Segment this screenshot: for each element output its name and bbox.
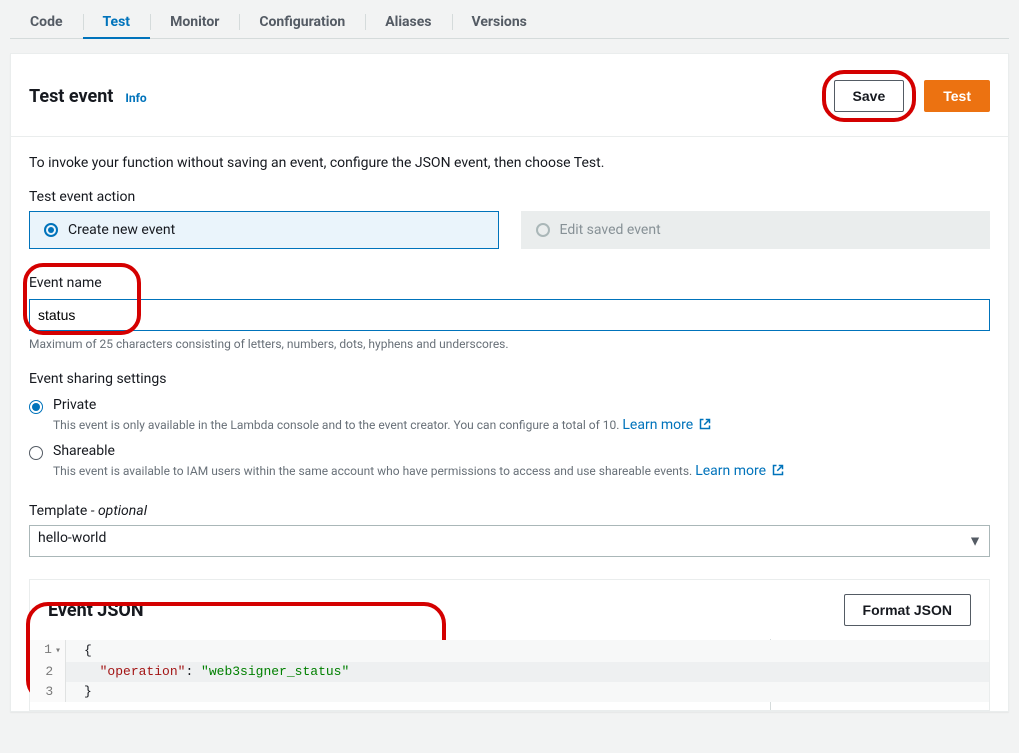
action-edit-saved: Edit saved event xyxy=(521,211,991,249)
panel-title: Test event xyxy=(29,86,113,107)
test-button[interactable]: Test xyxy=(924,80,990,112)
tab-aliases[interactable]: Aliases xyxy=(365,6,451,38)
external-link-icon xyxy=(772,464,784,476)
learn-more-private[interactable]: Learn more xyxy=(622,417,710,433)
tab-versions[interactable]: Versions xyxy=(452,6,547,38)
event-name-hint: Maximum of 25 characters consisting of l… xyxy=(29,337,990,351)
format-json-button[interactable]: Format JSON xyxy=(844,594,971,626)
json-editor[interactable]: 1▾ { 2 "operation": "web3signer_status" … xyxy=(30,640,989,702)
shareable-label: Shareable xyxy=(53,443,784,459)
tab-code[interactable]: Code xyxy=(10,6,83,38)
event-name-input[interactable] xyxy=(29,299,990,331)
intro-text: To invoke your function without saving a… xyxy=(29,155,990,171)
template-label: Template - optional xyxy=(29,503,990,519)
action-edit-label: Edit saved event xyxy=(560,222,661,238)
sharing-label: Event sharing settings xyxy=(29,371,990,387)
tab-configuration[interactable]: Configuration xyxy=(239,6,365,38)
info-link[interactable]: Info xyxy=(125,91,146,105)
learn-more-shareable[interactable]: Learn more xyxy=(695,463,783,479)
action-label: Test event action xyxy=(29,189,990,205)
radio-on-icon xyxy=(44,223,58,237)
radio-private[interactable] xyxy=(29,400,43,414)
radio-shareable[interactable] xyxy=(29,446,43,460)
action-create-label: Create new event xyxy=(68,222,175,238)
shareable-desc: This event is available to IAM users wit… xyxy=(53,463,784,479)
save-button[interactable]: Save xyxy=(834,80,905,112)
external-link-icon xyxy=(699,418,711,430)
panel-header: Test event Info Save Test xyxy=(11,54,1008,137)
action-segmented: Create new event Edit saved event xyxy=(29,211,990,249)
test-event-panel: Test event Info Save Test To invoke your… xyxy=(10,53,1009,712)
private-label: Private xyxy=(53,397,711,413)
private-desc: This event is only available in the Lamb… xyxy=(53,417,711,433)
highlight-save: Save xyxy=(822,70,917,122)
radio-off-icon xyxy=(536,223,550,237)
event-json-block: Event JSON Format JSON 1▾ { 2 "operation… xyxy=(29,579,990,711)
action-create-new[interactable]: Create new event xyxy=(29,211,499,249)
event-name-label: Event name xyxy=(29,275,102,291)
template-select[interactable]: hello-world xyxy=(29,525,990,557)
event-json-title: Event JSON xyxy=(48,600,144,621)
function-tabs: Code Test Monitor Configuration Aliases … xyxy=(10,0,1009,39)
tab-monitor[interactable]: Monitor xyxy=(150,6,239,38)
tab-test[interactable]: Test xyxy=(83,6,151,38)
